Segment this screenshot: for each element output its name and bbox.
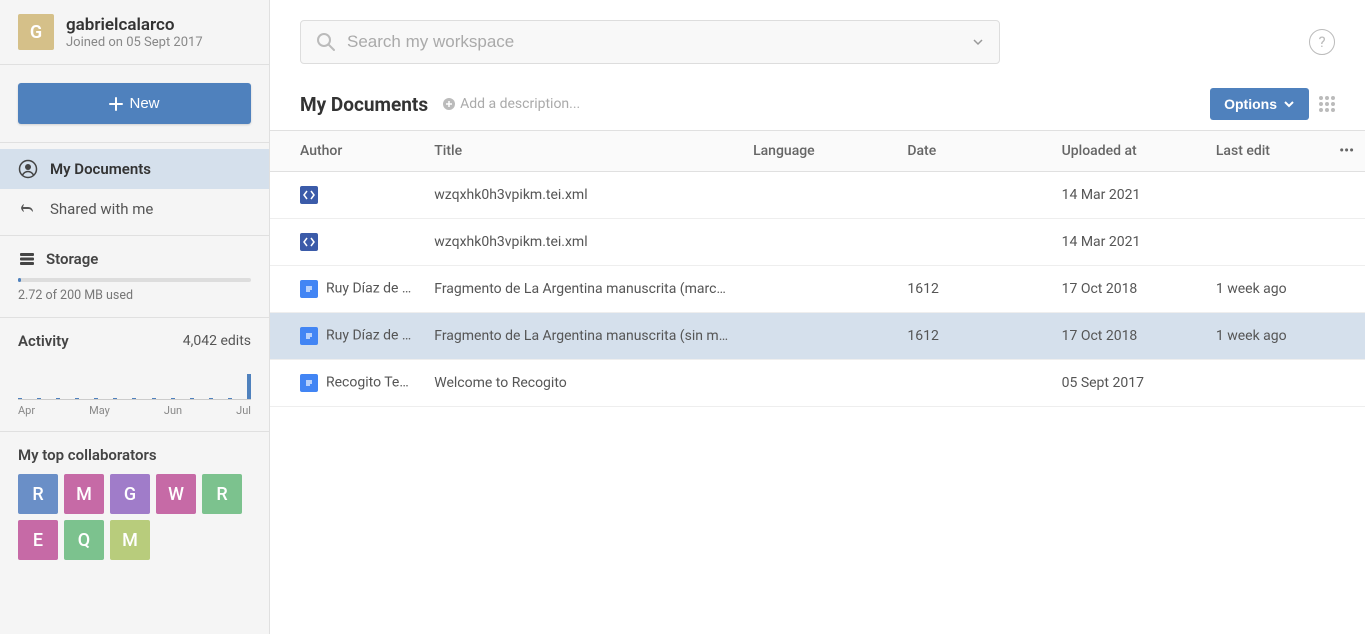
- storage-icon: [18, 250, 36, 268]
- search-input[interactable]: [347, 32, 961, 52]
- collaborator-avatar[interactable]: M: [64, 474, 104, 514]
- row-uploaded: 14 Mar 2021: [1052, 219, 1206, 266]
- activity-count: 4,042 edits: [183, 333, 251, 349]
- text-file-icon: [300, 374, 318, 392]
- storage-used-text: 2.72 of 200 MB used: [18, 288, 251, 303]
- row-language: [743, 266, 897, 313]
- help-icon[interactable]: ?: [1309, 29, 1335, 55]
- add-description-button[interactable]: Add a description...: [442, 96, 580, 112]
- options-label: Options: [1224, 96, 1277, 112]
- row-uploaded: 17 Oct 2018: [1052, 313, 1206, 360]
- collaborator-avatar[interactable]: R: [18, 474, 58, 514]
- nav-my-documents[interactable]: My Documents: [0, 149, 269, 189]
- col-language[interactable]: Language: [743, 131, 897, 172]
- activity-chart-labels: Apr May Jun Jul: [18, 404, 251, 417]
- text-file-icon: [300, 327, 318, 345]
- search-box[interactable]: [300, 20, 1000, 64]
- row-date: 1612: [897, 266, 1051, 313]
- nav-shared-label: Shared with me: [50, 200, 153, 218]
- row-author: Recogito Team: [326, 375, 419, 391]
- search-icon: [315, 31, 337, 53]
- row-language: [743, 360, 897, 407]
- collaborators-title: My top collaborators: [18, 446, 251, 464]
- user-circle-icon: [18, 159, 38, 179]
- activity-title: Activity: [18, 332, 69, 350]
- row-date: [897, 172, 1051, 219]
- nav-my-documents-label: My Documents: [50, 160, 151, 178]
- col-uploaded[interactable]: Uploaded at: [1052, 131, 1206, 172]
- row-title: wzqxhk0h3vpikm.tei.xml: [424, 172, 743, 219]
- collaborator-avatar[interactable]: G: [110, 474, 150, 514]
- row-title: Welcome to Recogito: [424, 360, 743, 407]
- page-title: My Documents: [300, 93, 428, 116]
- nav-shared-with-me[interactable]: Shared with me: [0, 189, 269, 229]
- text-file-icon: [300, 280, 318, 298]
- documents-table: Author Title Language Date Uploaded at L…: [270, 130, 1365, 407]
- chevron-down-icon[interactable]: [971, 35, 985, 49]
- table-row[interactable]: Ruy Díaz de Guz…Fragmento de La Argentin…: [270, 313, 1365, 360]
- storage-bar: [18, 278, 251, 282]
- grid-view-icon[interactable]: [1319, 96, 1335, 112]
- xml-file-icon: [300, 233, 318, 251]
- plus-icon: [109, 97, 123, 111]
- row-uploaded: 14 Mar 2021: [1052, 172, 1206, 219]
- collaborator-avatar[interactable]: Q: [64, 520, 104, 560]
- add-description-label: Add a description...: [460, 96, 580, 112]
- table-row[interactable]: wzqxhk0h3vpikm.tei.xml 14 Mar 2021: [270, 172, 1365, 219]
- collaborator-avatar[interactable]: W: [156, 474, 196, 514]
- row-title: Fragmento de La Argentina manuscrita (ma…: [424, 266, 743, 313]
- row-lastedit: 1 week ago: [1206, 313, 1329, 360]
- col-title[interactable]: Title: [424, 131, 743, 172]
- row-language: [743, 172, 897, 219]
- row-language: [743, 219, 897, 266]
- row-lastedit: [1206, 360, 1329, 407]
- collaborator-avatar[interactable]: R: [202, 474, 242, 514]
- col-more-icon[interactable]: •••: [1329, 131, 1365, 172]
- new-button-label: New: [129, 95, 159, 112]
- collaborator-avatar[interactable]: E: [18, 520, 58, 560]
- row-language: [743, 313, 897, 360]
- plus-circle-icon: [442, 97, 456, 111]
- table-row[interactable]: Recogito Team Welcome to Recogito 05 Sept …: [270, 360, 1365, 407]
- sidebar: G gabrielcalarco Joined on 05 Sept 2017 …: [0, 0, 270, 634]
- profile-name: gabrielcalarco: [66, 15, 203, 35]
- row-author: Ruy Díaz de Guz…: [326, 281, 424, 297]
- table-row[interactable]: Ruy Díaz de Guz…Fragmento de La Argentin…: [270, 266, 1365, 313]
- options-button[interactable]: Options: [1210, 88, 1309, 120]
- xml-file-icon: [300, 186, 318, 204]
- row-date: 1612: [897, 313, 1051, 360]
- row-author: Ruy Díaz de Guz…: [326, 328, 424, 344]
- chevron-down-icon: [1283, 98, 1295, 110]
- nav: My Documents Shared with me: [0, 143, 269, 236]
- activity-section: Activity 4,042 edits Apr May: [0, 318, 269, 432]
- activity-chart: [18, 360, 251, 400]
- row-uploaded: 05 Sept 2017: [1052, 360, 1206, 407]
- table-row[interactable]: wzqxhk0h3vpikm.tei.xml 14 Mar 2021: [270, 219, 1365, 266]
- storage-section: Storage 2.72 of 200 MB used: [0, 236, 269, 318]
- new-button[interactable]: New: [18, 83, 251, 124]
- col-date[interactable]: Date: [897, 131, 1051, 172]
- share-icon: [18, 199, 38, 219]
- storage-title: Storage: [46, 250, 98, 268]
- profile-joined: Joined on 05 Sept 2017: [66, 35, 203, 50]
- collaborators-section: My top collaborators RMGWREQM: [0, 432, 269, 574]
- row-title: wzqxhk0h3vpikm.tei.xml: [424, 219, 743, 266]
- row-date: [897, 360, 1051, 407]
- col-lastedit[interactable]: Last edit: [1206, 131, 1329, 172]
- row-lastedit: [1206, 219, 1329, 266]
- row-uploaded: 17 Oct 2018: [1052, 266, 1206, 313]
- col-author[interactable]: Author: [270, 131, 424, 172]
- row-lastedit: 1 week ago: [1206, 266, 1329, 313]
- avatar: G: [18, 14, 54, 50]
- collaborator-avatar[interactable]: M: [110, 520, 150, 560]
- row-title: Fragmento de La Argentina manuscrita (si…: [424, 313, 743, 360]
- main-area: ? My Documents Add a description... Opti…: [270, 0, 1365, 634]
- profile-block: G gabrielcalarco Joined on 05 Sept 2017: [0, 0, 269, 65]
- row-date: [897, 219, 1051, 266]
- row-lastedit: [1206, 172, 1329, 219]
